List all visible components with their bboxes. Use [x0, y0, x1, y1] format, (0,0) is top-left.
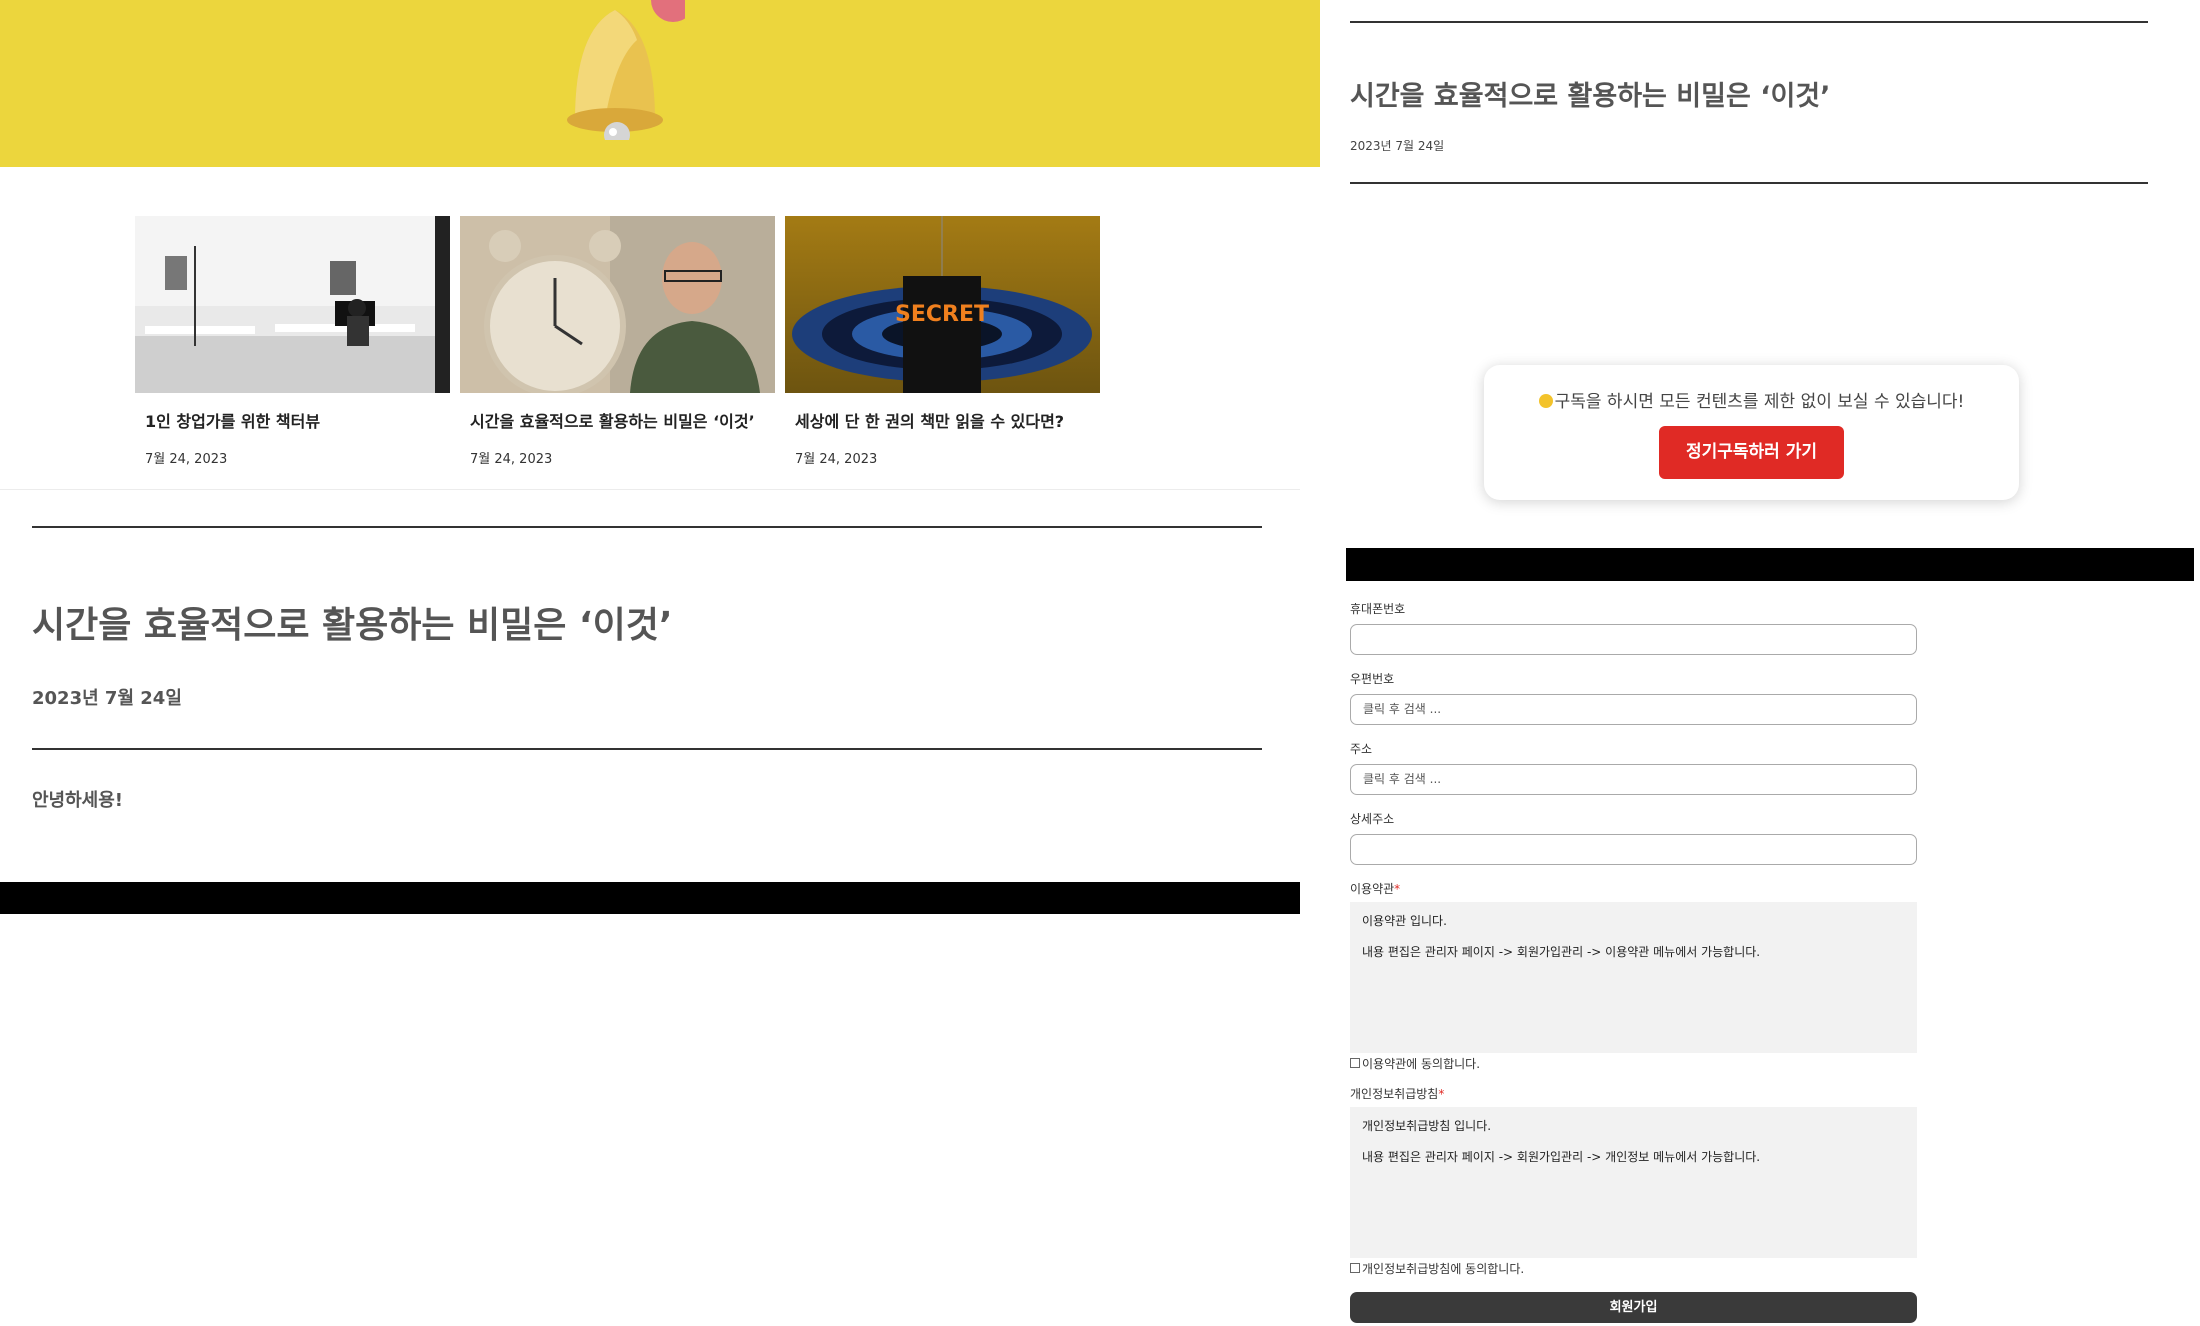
privacy-agree-label[interactable]: 개인정보취급방침에 동의합니다. — [1362, 1260, 1524, 1277]
subscribe-button[interactable]: 정기구독하러 가기 — [1659, 426, 1844, 479]
terms-label-row: 이용약관* — [1350, 880, 1920, 896]
privacy-textarea[interactable]: 개인정보취급방침 입니다. 내용 편집은 관리자 페이지 -> 회원가입관리 -… — [1350, 1107, 1917, 1258]
post-title: 시간을 효율적으로 활용하는 비밀은 ‘이것’ — [1350, 81, 1831, 112]
post-title: 시간을 효율적으로 활용하는 비밀은 ‘이것’ — [32, 605, 673, 646]
privacy-label: 개인정보취급방침 — [1350, 1087, 1439, 1101]
hero-banner — [0, 0, 1320, 167]
required-mark: * — [1438, 1087, 1445, 1101]
terms-agree-label[interactable]: 이용약관에 동의합니다. — [1362, 1055, 1480, 1072]
privacy-label-row: 개인정보취급방침* — [1350, 1085, 1920, 1101]
address-input[interactable]: 클릭 후 검색 ... — [1350, 764, 1917, 795]
black-bar — [0, 882, 1300, 914]
bell-icon — [567, 0, 685, 140]
terms-line: 내용 편집은 관리자 페이지 -> 회원가입관리 -> 이용약관 메뉴에서 가능… — [1362, 945, 1761, 959]
card-image-secret[interactable]: SECRET — [785, 216, 1100, 393]
address-label: 주소 — [1350, 742, 1373, 756]
divider — [0, 489, 1300, 490]
terms-textarea[interactable]: 이용약관 입니다. 내용 편집은 관리자 페이지 -> 회원가입관리 -> 이용… — [1350, 902, 1917, 1053]
related-posts: 1인 창업가를 위한 책터뷰 7월 24, 2023 시간을 효율적으로 활용하… — [135, 216, 1100, 486]
privacy-line: 내용 편집은 관리자 페이지 -> 회원가입관리 -> 개인정보 메뉴에서 가능… — [1362, 1150, 1761, 1164]
detail-address-label: 상세주소 — [1350, 812, 1395, 826]
subscription-promo: 구독을 하시면 모든 컨텐츠를 제한 없이 보실 수 있습니다! 정기구독하러 … — [1484, 365, 2019, 500]
post-date: 2023년 7월 24일 — [1350, 139, 1445, 153]
privacy-line: 개인정보취급방침 입니다. — [1362, 1119, 1492, 1133]
zip-input[interactable]: 클릭 후 검색 ... — [1350, 694, 1917, 725]
card-date: 7월 24, 2023 — [470, 452, 553, 467]
post-date: 2023년 7월 24일 — [32, 688, 182, 709]
zip-label: 우편번호 — [1350, 672, 1395, 686]
post-card[interactable]: 시간을 효율적으로 활용하는 비밀은 ‘이것’ 7월 24, 2023 — [460, 216, 775, 467]
black-bar — [1346, 548, 2194, 581]
card-date: 7월 24, 2023 — [145, 452, 228, 467]
card-title[interactable]: 시간을 효율적으로 활용하는 비밀은 ‘이것’ — [460, 412, 775, 432]
card-date: 7월 24, 2023 — [795, 452, 878, 467]
post-body: 안녕하세용! — [32, 790, 124, 811]
right-page: 시간을 효율적으로 활용하는 비밀은 ‘이것’ 2023년 7월 24일 구독을… — [1322, 0, 2200, 1326]
terms-label: 이용약관 — [1350, 882, 1395, 896]
secret-book-text: SECRET — [895, 302, 989, 327]
divider — [32, 748, 1262, 750]
phone-input[interactable] — [1350, 624, 1917, 655]
required-mark: * — [1394, 882, 1401, 896]
divider — [1350, 182, 2148, 184]
detail-address-input[interactable] — [1350, 834, 1917, 865]
signup-submit-button[interactable]: 회원가입 — [1350, 1292, 1917, 1323]
card-image-clock[interactable] — [460, 216, 775, 393]
phone-label: 휴대폰번호 — [1350, 602, 1406, 616]
privacy-agree-checkbox[interactable] — [1350, 1263, 1360, 1273]
card-image-office[interactable] — [135, 216, 450, 393]
promo-text: 구독을 하시면 모든 컨텐츠를 제한 없이 보실 수 있습니다! — [1554, 392, 1965, 412]
card-title[interactable]: 1인 창업가를 위한 책터뷰 — [135, 412, 450, 432]
divider — [32, 526, 1262, 528]
post-card[interactable]: SECRET 세상에 단 한 권의 책만 읽을 수 있다면? 7월 24, 20… — [785, 216, 1100, 467]
terms-agree-row: 이용약관에 동의합니다. — [1350, 1055, 1920, 1071]
card-title[interactable]: 세상에 단 한 권의 책만 읽을 수 있다면? — [785, 412, 1100, 432]
post-card[interactable]: 1인 창업가를 위한 책터뷰 7월 24, 2023 — [135, 216, 450, 467]
terms-line: 이용약관 입니다. — [1362, 914, 1447, 928]
signup-form: 휴대폰번호 우편번호 클릭 후 검색 ... 주소 클릭 후 검색 ... 상세… — [1350, 600, 1920, 1323]
terms-agree-checkbox[interactable] — [1350, 1058, 1360, 1068]
divider — [1350, 21, 2148, 23]
privacy-agree-row: 개인정보취급방침에 동의합니다. — [1350, 1260, 1920, 1276]
smile-icon — [1538, 394, 1553, 408]
left-page: 1인 창업가를 위한 책터뷰 7월 24, 2023 시간을 효율적으로 활용하… — [0, 0, 1320, 1326]
